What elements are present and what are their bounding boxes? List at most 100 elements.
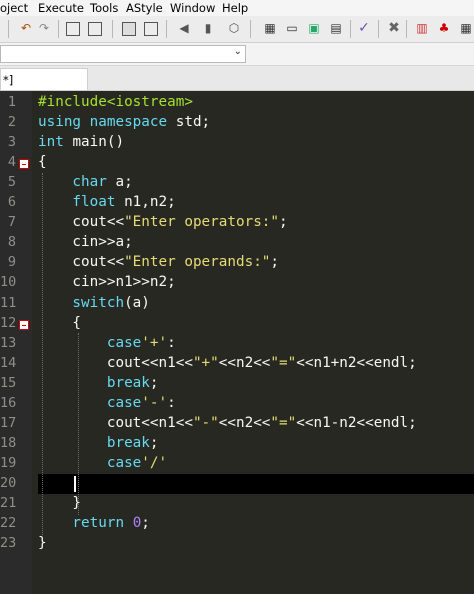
- toolbar-separator: [250, 20, 251, 38]
- line-number: 7: [7, 214, 16, 231]
- line-number: 14: [0, 354, 17, 371]
- line-number: 3: [7, 134, 16, 151]
- code-line[interactable]: case'-':: [38, 395, 176, 411]
- code-line[interactable]: case'/': [38, 455, 167, 471]
- undo-icon[interactable]: ↶: [18, 20, 34, 36]
- code-editor[interactable]: 1 2 3 4 5 6 7 8 9 10 11 12 13 14 15 16 17 18 19 20 21 22 23 #i…: [0, 91, 474, 594]
- code-token: '-': [141, 394, 168, 411]
- menu-execute[interactable]: Execute: [38, 1, 84, 15]
- code-line[interactable]: char a;: [38, 174, 132, 190]
- code-token: <<n1-n2<<endl;: [296, 414, 417, 431]
- toolbar-separator: [112, 20, 113, 38]
- code-line[interactable]: break;: [38, 435, 159, 451]
- line-number: 6: [7, 194, 16, 211]
- code-token: #include<iostream>: [38, 94, 193, 110]
- code-token: ;: [279, 214, 288, 231]
- replace-icon[interactable]: [88, 22, 102, 36]
- code-token: break: [38, 434, 150, 451]
- fold-collapse-icon[interactable]: [19, 319, 29, 330]
- bookmark-icon[interactable]: ⬡: [226, 20, 242, 36]
- line-number: 1: [7, 94, 16, 110]
- code-line[interactable]: float n1,n2;: [38, 194, 175, 211]
- code-line[interactable]: cout<<n1<<"-"<<n2<<"="<<n1-n2<<endl;: [38, 415, 417, 431]
- menu-window[interactable]: Window: [170, 1, 215, 15]
- chevron-down-icon[interactable]: ⌄: [234, 46, 242, 57]
- current-line-highlight: [38, 474, 474, 494]
- line-number: 22: [0, 515, 17, 532]
- function-combo[interactable]: ⌄: [0, 45, 246, 63]
- indent-icon[interactable]: [122, 22, 136, 36]
- line-number: 20: [0, 474, 17, 491]
- code-token: <<n2<<: [218, 354, 271, 371]
- code-token: float: [38, 194, 125, 211]
- code-token: using namespace: [38, 114, 176, 131]
- fold-collapse-icon[interactable]: [19, 159, 29, 170]
- line-number-gutter: 1 2 3 4 5 6 7 8 9 10 11 12 13 14 15 16 17 18 19 20 21 22 23: [0, 91, 32, 594]
- code-line[interactable]: }: [38, 495, 81, 511]
- toolbar-separator: [166, 20, 167, 38]
- code-token: cin>>a;: [38, 234, 133, 251]
- code-line[interactable]: }: [38, 535, 47, 551]
- code-token: }: [38, 495, 82, 511]
- code-line[interactable]: cout<<"Enter operators:";: [38, 214, 288, 231]
- code-token: "Enter operands:": [124, 254, 271, 271]
- code-line[interactable]: break;: [38, 375, 159, 391]
- code-line[interactable]: cout<<"Enter operands:";: [38, 254, 279, 270]
- code-line[interactable]: return 0;: [38, 515, 150, 532]
- code-token: return: [38, 515, 133, 532]
- code-line[interactable]: {: [38, 154, 47, 170]
- compile-icon[interactable]: ▦: [262, 20, 278, 36]
- line-number: 18: [0, 434, 17, 451]
- code-token: ;: [149, 434, 159, 451]
- run-icon[interactable]: ▭: [284, 20, 300, 36]
- code-line[interactable]: case'+':: [38, 335, 176, 351]
- stop-icon[interactable]: ✖: [386, 20, 402, 36]
- unindent-icon[interactable]: [144, 22, 158, 36]
- text-caret: [74, 476, 76, 492]
- toolbar-separator: [8, 20, 9, 38]
- toolbar-separator: [378, 20, 379, 38]
- line-number: 11: [0, 294, 17, 311]
- code-token: std;: [175, 114, 211, 131]
- code-token: cin>>n1>>n2;: [38, 274, 176, 291]
- tab-calculator-cpp[interactable]: *] calculator.cpp: [0, 68, 88, 109]
- code-line[interactable]: switch(a): [38, 294, 150, 311]
- code-token: ;: [141, 515, 150, 532]
- debug-icon[interactable]: ▦: [458, 20, 474, 36]
- code-token: '/': [141, 454, 168, 471]
- code-line[interactable]: cout<<n1<<"+"<<n2<<"="<<n1+n2<<endl;: [38, 355, 417, 371]
- toolbar: ↶ ↷ ◀ ▮ ⬡ ▦ ▭ ▣ ▤ ✓ ✖ ▥ ♣ ▦: [0, 16, 474, 43]
- forward-icon[interactable]: ▮: [200, 20, 216, 36]
- line-number: 17: [0, 414, 17, 431]
- code-line[interactable]: cin>>a;: [38, 234, 133, 251]
- code-line[interactable]: cin>>n1>>n2;: [38, 274, 176, 291]
- rebuild-icon[interactable]: ▤: [328, 20, 344, 36]
- editor-tabs: *] calculator.cpp: [0, 66, 474, 109]
- code-token: cout<<: [38, 214, 125, 231]
- code-token: cout<<n1<<: [38, 354, 193, 371]
- menu-tools[interactable]: Tools: [90, 1, 118, 15]
- find-icon[interactable]: [66, 22, 80, 36]
- compile-run-icon[interactable]: ▣: [306, 20, 322, 36]
- menu-bar: oject Execute Tools AStyle Window Help: [0, 0, 474, 16]
- menu-help[interactable]: Help: [222, 1, 248, 15]
- menu-project[interactable]: oject: [0, 1, 28, 15]
- toolbar-separator: [58, 20, 59, 38]
- code-token: switch: [38, 294, 125, 311]
- code-token: "-": [192, 414, 219, 431]
- code-line[interactable]: using namespace std;: [38, 114, 210, 130]
- code-token: (a): [124, 294, 150, 311]
- code-line[interactable]: int main(): [38, 134, 124, 150]
- check-icon[interactable]: ✓: [356, 20, 372, 36]
- redo-icon[interactable]: ↷: [36, 20, 52, 36]
- back-icon[interactable]: ◀: [176, 20, 192, 36]
- line-number: 15: [0, 374, 17, 391]
- line-number: 13: [0, 334, 17, 351]
- code-token: int: [38, 134, 73, 151]
- menu-astyle[interactable]: AStyle: [126, 1, 163, 15]
- code-line[interactable]: {: [38, 315, 81, 331]
- profile-icon[interactable]: ♣: [436, 20, 452, 36]
- code-token: case: [38, 394, 142, 411]
- code-line[interactable]: #include<iostream>: [38, 94, 193, 110]
- chart-icon[interactable]: ▥: [414, 20, 430, 36]
